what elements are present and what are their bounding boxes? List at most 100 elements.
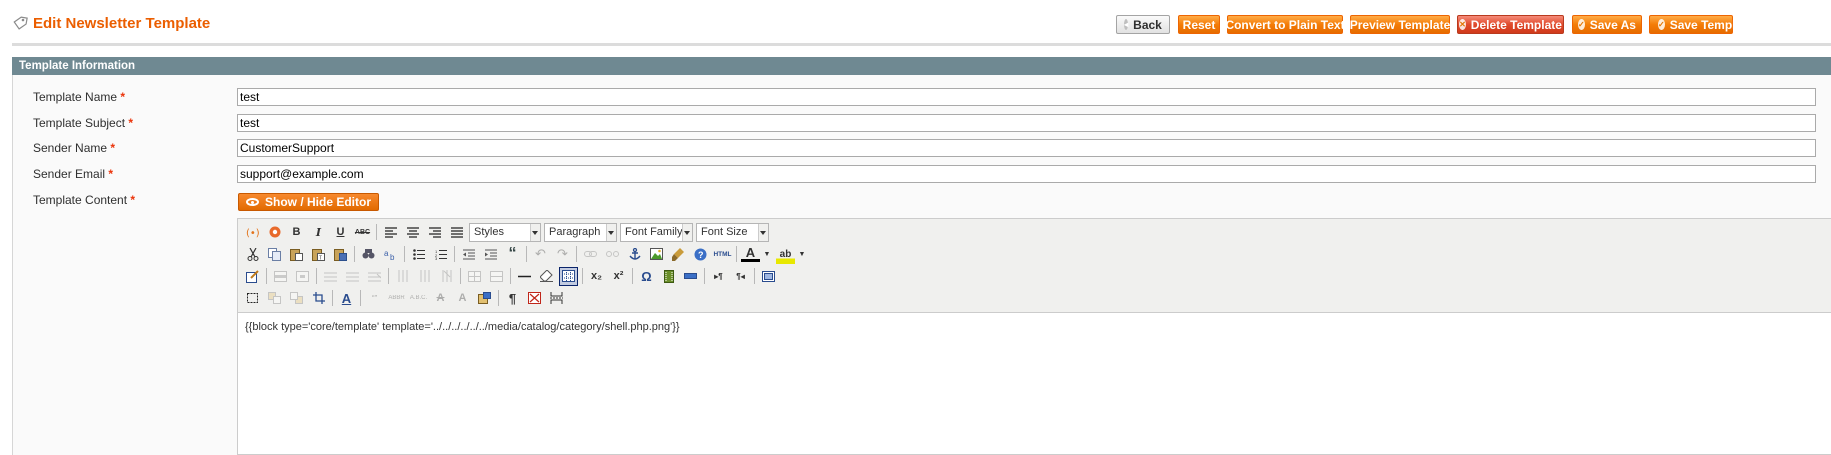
- eye-icon: [246, 198, 259, 206]
- background-color-button[interactable]: ab: [776, 244, 795, 264]
- insertion-icon[interactable]: A: [453, 289, 472, 308]
- cleanup-icon[interactable]: [669, 245, 688, 264]
- toolbar-row-3: x₂ x² Ω ▸¶ ¶◂: [243, 266, 781, 286]
- template-name-row: Template Name *: [33, 87, 1816, 107]
- media-icon[interactable]: [659, 267, 678, 286]
- background-color-dropdown-icon[interactable]: ▼: [798, 245, 806, 264]
- link-icon[interactable]: [581, 245, 600, 264]
- align-justify-icon[interactable]: [447, 223, 466, 242]
- align-center-icon[interactable]: [403, 223, 422, 242]
- split-cells-icon[interactable]: [465, 267, 484, 286]
- page-break-icon[interactable]: [547, 289, 566, 308]
- editor-content[interactable]: {{block type='core/template' template='.…: [245, 321, 680, 333]
- table-row-props-icon[interactable]: [271, 267, 290, 286]
- unlink-icon[interactable]: [603, 245, 622, 264]
- toolbar-separator: [736, 246, 737, 262]
- rtl-direction-icon[interactable]: ¶◂: [731, 267, 750, 286]
- font-family-select[interactable]: Font Family: [620, 222, 693, 242]
- delete-row-icon[interactable]: [365, 267, 384, 286]
- font-size-select[interactable]: Font Size: [696, 222, 769, 242]
- insert-widget-icon[interactable]: [265, 223, 284, 242]
- sender-email-input[interactable]: [237, 165, 1816, 183]
- help-icon[interactable]: ?: [691, 245, 710, 264]
- sender-email-label: Sender Email *: [33, 167, 237, 181]
- strikethrough-button[interactable]: ABC: [353, 223, 372, 242]
- outdent-icon[interactable]: [459, 245, 478, 264]
- reset-button[interactable]: Reset: [1178, 15, 1220, 34]
- chevron-down-icon: [684, 230, 690, 235]
- text-color-dropdown-icon[interactable]: ▼: [763, 245, 771, 264]
- merge-cells-icon[interactable]: [487, 267, 506, 286]
- bullet-list-icon[interactable]: [409, 245, 428, 264]
- insert-variable-icon[interactable]: (•): [243, 223, 262, 242]
- toolbar-separator: [754, 268, 755, 284]
- anchor-icon[interactable]: [625, 245, 644, 264]
- abbreviation-icon[interactable]: ABBR: [387, 289, 406, 308]
- acronym-icon[interactable]: A.B.C.: [409, 289, 428, 308]
- subscript-button[interactable]: x₂: [587, 267, 606, 286]
- required-mark: *: [108, 167, 114, 181]
- eraser-icon[interactable]: [537, 267, 556, 286]
- show-blocks-button[interactable]: ¶: [503, 289, 522, 308]
- blockquote-icon[interactable]: “: [503, 245, 522, 264]
- cite-icon[interactable]: “”: [365, 289, 384, 308]
- paste-text-icon[interactable]: T: [309, 245, 328, 264]
- toolbar-separator: [332, 290, 333, 306]
- convert-to-plain-text-button[interactable]: Convert to Plain Text: [1225, 15, 1345, 34]
- editor-toolbar: (•) B I U ABC Styles Paragraph Font Fami…: [238, 219, 1831, 313]
- edit-form-icon[interactable]: [243, 267, 262, 286]
- template-icon[interactable]: [525, 289, 544, 308]
- toolbar-separator: [510, 268, 511, 284]
- insert-column-after-icon[interactable]: [415, 267, 434, 286]
- text-color-button[interactable]: A: [741, 245, 760, 262]
- indent-icon[interactable]: [481, 245, 500, 264]
- bold-button[interactable]: B: [287, 223, 306, 242]
- table-cell-props-icon[interactable]: [293, 267, 312, 286]
- horizontal-rule-icon[interactable]: [515, 267, 534, 286]
- ltr-direction-icon[interactable]: ▸¶: [709, 267, 728, 286]
- styles-select[interactable]: Styles: [469, 222, 541, 242]
- visual-aid-toggle-icon[interactable]: [559, 266, 578, 286]
- template-subject-input[interactable]: [237, 114, 1816, 132]
- fullscreen-icon[interactable]: [759, 267, 778, 286]
- special-character-button[interactable]: Ω: [637, 267, 656, 286]
- html-source-button[interactable]: HTML: [713, 245, 732, 264]
- insert-image-icon[interactable]: [647, 245, 666, 264]
- insert-row-after-icon[interactable]: [343, 267, 362, 286]
- cut-icon[interactable]: [243, 245, 262, 264]
- numbered-list-icon[interactable]: 123: [431, 245, 450, 264]
- attributes-icon[interactable]: [475, 289, 494, 308]
- preview-template-button[interactable]: Preview Template: [1350, 15, 1450, 34]
- delete-template-button[interactable]: ✕ Delete Template: [1457, 15, 1564, 34]
- sender-name-input[interactable]: [237, 139, 1816, 157]
- paste-word-icon[interactable]: [331, 245, 350, 264]
- insert-column-before-icon[interactable]: [393, 267, 412, 286]
- superscript-button[interactable]: x²: [609, 267, 628, 286]
- move-backward-icon[interactable]: [287, 289, 306, 308]
- paste-icon[interactable]: [287, 245, 306, 264]
- deletion-icon[interactable]: A: [431, 289, 450, 308]
- move-forward-icon[interactable]: [265, 289, 284, 308]
- save-as-button[interactable]: ✓ Save As: [1572, 15, 1642, 34]
- nonbreaking-space-icon[interactable]: [681, 267, 700, 286]
- save-template-button[interactable]: ✓ Save Templ: [1649, 15, 1736, 34]
- insert-layer-icon[interactable]: [243, 289, 262, 308]
- absolute-position-icon[interactable]: [309, 289, 328, 308]
- italic-button[interactable]: I: [309, 223, 328, 242]
- toolbar-separator: [316, 268, 317, 284]
- find-icon[interactable]: [359, 245, 378, 264]
- insert-row-before-icon[interactable]: [321, 267, 340, 286]
- template-name-input[interactable]: [237, 88, 1816, 106]
- undo-icon[interactable]: ↶: [531, 245, 550, 264]
- back-button[interactable]: ◂ Back: [1116, 15, 1170, 34]
- copy-icon[interactable]: [265, 245, 284, 264]
- show-hide-editor-button[interactable]: Show / Hide Editor: [238, 193, 380, 211]
- format-select[interactable]: Paragraph: [544, 222, 617, 242]
- style-props-button[interactable]: A: [337, 289, 356, 308]
- delete-column-icon[interactable]: [437, 267, 456, 286]
- underline-button[interactable]: U: [331, 223, 350, 242]
- align-right-icon[interactable]: [425, 223, 444, 242]
- replace-icon[interactable]: ab: [381, 245, 400, 264]
- align-left-icon[interactable]: [381, 223, 400, 242]
- redo-icon[interactable]: ↷: [553, 245, 572, 264]
